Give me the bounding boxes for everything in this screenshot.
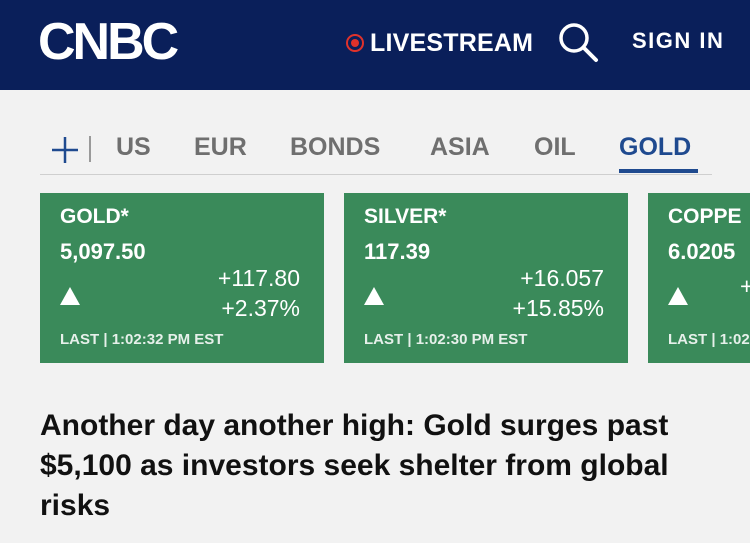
quote-time: 1:02:32 PM EST (111, 331, 224, 348)
article-headline[interactable]: Another day another high: Gold surges pa… (40, 406, 720, 526)
tab-divider (89, 136, 91, 162)
add-market-button[interactable] (50, 135, 80, 165)
quote-name: GOLD* (60, 205, 129, 228)
sign-in-button[interactable]: SIGN IN (632, 28, 724, 54)
last-label: LAST (668, 331, 708, 348)
quote-last-time: LAST | 1:02:30 PM EST (364, 331, 528, 348)
quote-price: 6.0205 (668, 239, 736, 264)
quote-price: 5,097.50 (60, 239, 146, 264)
plus-icon (52, 137, 78, 163)
quote-last-time: LAST | 1:02:32 PM EST (60, 331, 224, 348)
active-tab-indicator (619, 169, 698, 173)
search-icon (559, 23, 598, 62)
up-arrow-icon (668, 287, 688, 305)
up-arrow-icon (364, 287, 384, 305)
quote-price: 117.39 (364, 239, 431, 264)
quote-time: 1:02 (719, 331, 750, 348)
quote-card-copper[interactable]: COPPE 6.0205 + LAST | 1:02 (648, 193, 750, 363)
tab-gold[interactable]: GOLD (619, 133, 691, 162)
market-tabs: US EUR BONDS ASIA OIL GOLD (40, 130, 712, 175)
site-header: CNBC LIVESTREAM SIGN IN (0, 0, 750, 90)
quote-name: SILVER* (364, 205, 447, 228)
quote-percent: +2.37% (221, 295, 300, 321)
quote-change: +117.80 (217, 265, 300, 291)
quote-change: +16.057 (520, 265, 604, 291)
last-label: LAST (364, 331, 404, 348)
quote-last-time: LAST | 1:02 (668, 331, 750, 348)
tab-asia[interactable]: ASIA (430, 133, 490, 162)
tab-eur[interactable]: EUR (194, 133, 247, 162)
tab-us[interactable]: US (116, 133, 151, 162)
livestream-label: LIVESTREAM (370, 28, 534, 57)
tab-bonds[interactable]: BONDS (290, 133, 380, 162)
quote-name: COPPE (668, 205, 742, 228)
last-label: LAST (60, 331, 100, 348)
quote-time: 1:02:30 PM EST (415, 331, 528, 348)
cnbc-logo[interactable]: CNBC (38, 13, 179, 71)
quote-change: + (740, 273, 750, 299)
quote-card-gold[interactable]: GOLD* 5,097.50 +117.80 +2.37% LAST | 1:0… (40, 193, 324, 363)
quote-percent: +15.85% (512, 295, 604, 321)
live-record-icon (346, 34, 364, 52)
logo-text: CNBC (38, 13, 179, 71)
up-arrow-icon (60, 287, 80, 305)
livestream-link[interactable]: LIVESTREAM (346, 27, 533, 59)
tab-oil[interactable]: OIL (534, 133, 576, 162)
quote-card-silver[interactable]: SILVER* 117.39 +16.057 +15.85% LAST | 1:… (344, 193, 628, 363)
search-button[interactable] (556, 20, 600, 64)
